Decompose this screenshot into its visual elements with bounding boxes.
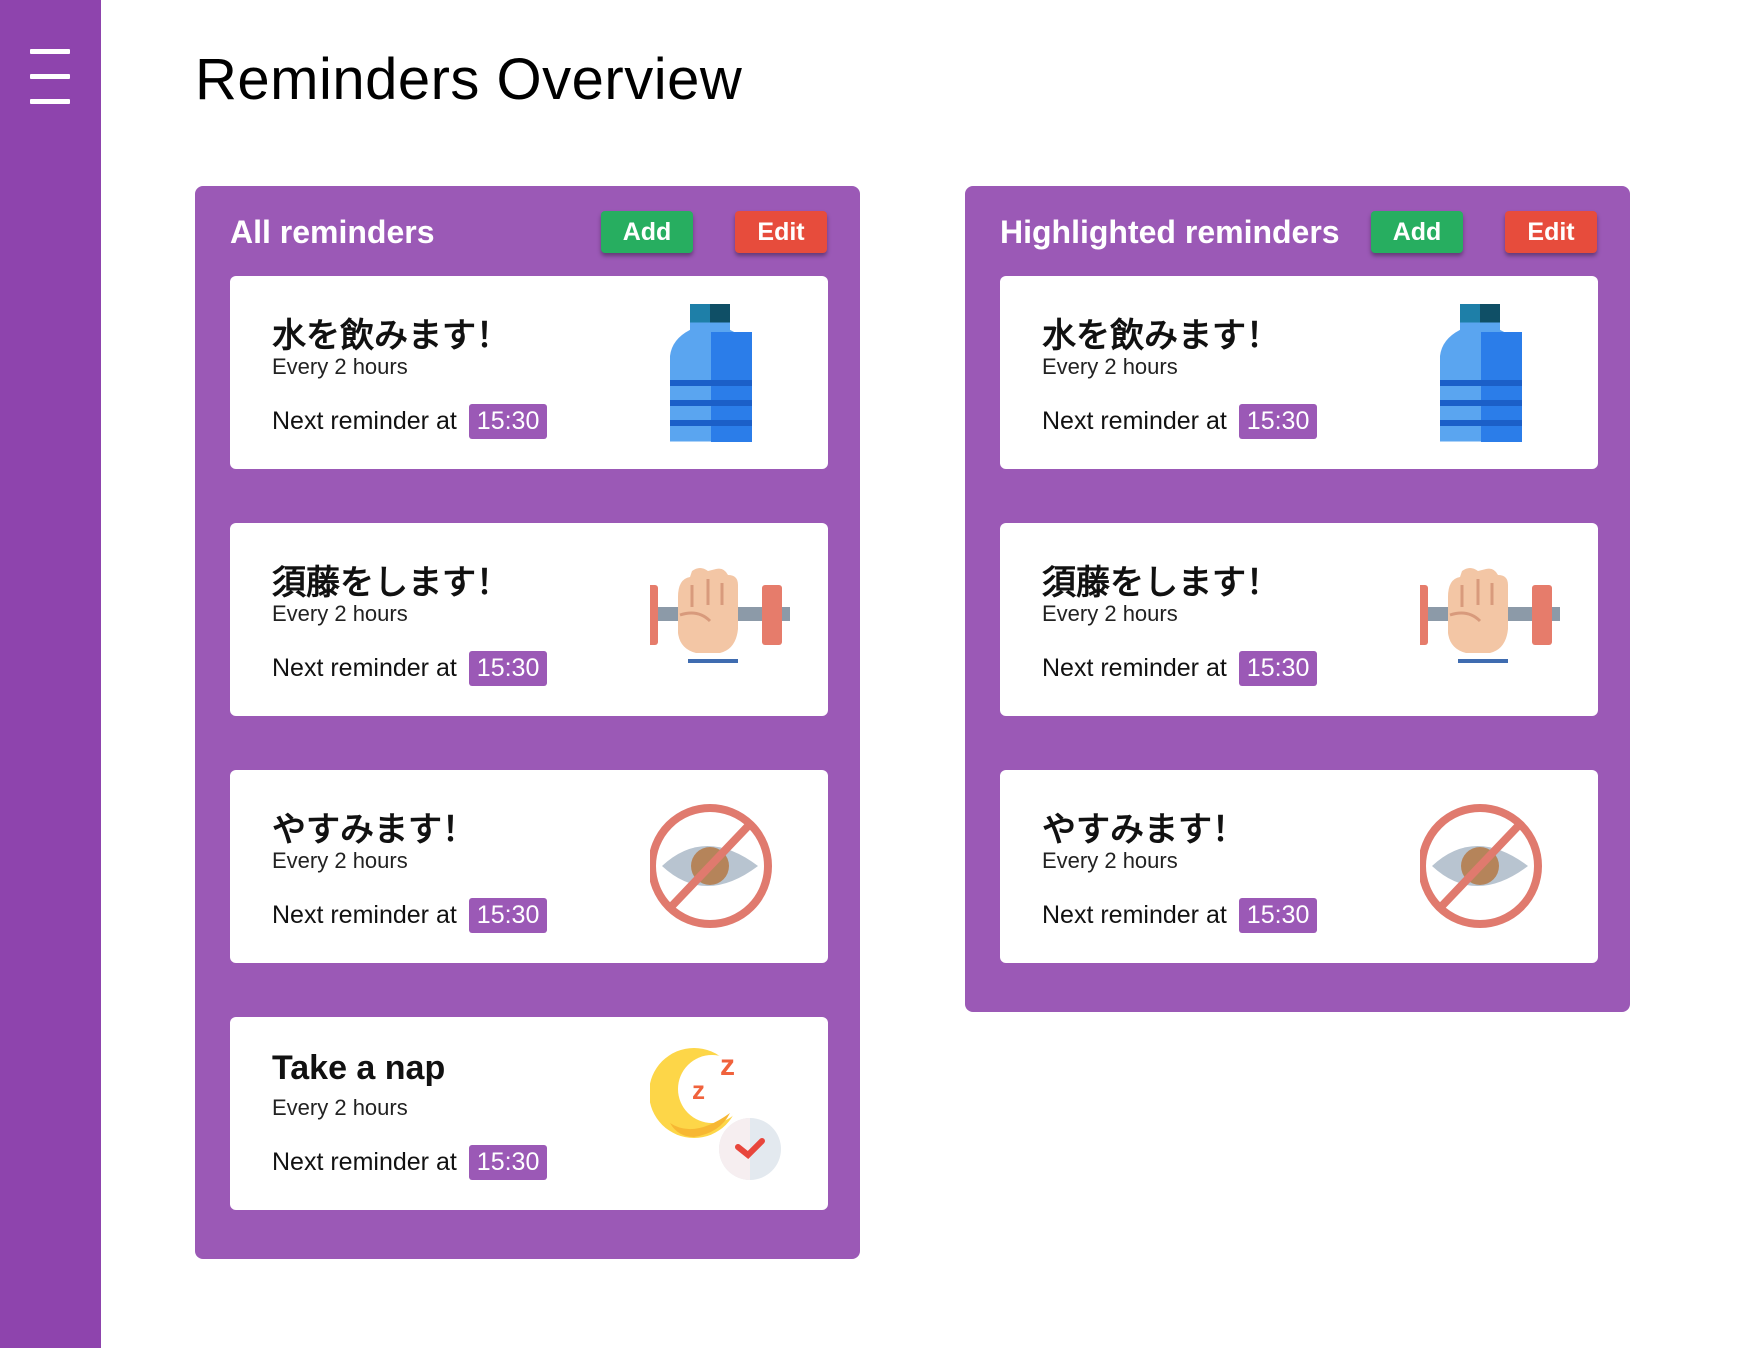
add-button[interactable]: Add bbox=[601, 211, 693, 253]
reminder-card[interactable]: やすみます！ Every 2 hours Next reminder at 15… bbox=[1000, 770, 1598, 963]
reminder-title: やすみます！ bbox=[272, 810, 476, 850]
next-reminder: Next reminder at 15:30 bbox=[272, 404, 548, 439]
next-reminder-label: Next reminder at bbox=[1042, 654, 1227, 682]
edit-button[interactable]: Edit bbox=[1505, 211, 1597, 253]
time-badge: 15:30 bbox=[1238, 651, 1318, 686]
reminder-frequency: Every 2 hours bbox=[272, 601, 408, 626]
next-reminder-label: Next reminder at bbox=[272, 407, 457, 435]
next-reminder: Next reminder at 15:30 bbox=[272, 651, 548, 686]
time-badge: 15:30 bbox=[468, 1145, 548, 1180]
reminder-title: 須藤をします！ bbox=[1042, 563, 1280, 603]
water-bottle-icon bbox=[1440, 304, 1522, 442]
reminder-card[interactable]: 須藤をします！ Every 2 hours Next reminder at 1… bbox=[230, 523, 828, 716]
panel-title: All reminders bbox=[230, 214, 435, 250]
dumbbell-fist-icon bbox=[650, 568, 790, 663]
next-reminder: Next reminder at 15:30 bbox=[1042, 404, 1318, 439]
sidebar bbox=[0, 0, 101, 1348]
reminder-card[interactable]: 水を飲みます！ Every 2 hours Next reminder at 1… bbox=[230, 276, 828, 469]
next-reminder: Next reminder at 15:30 bbox=[272, 1145, 548, 1180]
dumbbell-fist-icon bbox=[1420, 568, 1560, 663]
reminder-card[interactable]: Take a nap Every 2 hours Next reminder a… bbox=[230, 1017, 828, 1210]
all-reminders-panel: All reminders Add Edit 水を飲みます！ Every 2 h… bbox=[195, 186, 860, 1259]
next-reminder-label: Next reminder at bbox=[1042, 901, 1227, 929]
reminder-card[interactable]: 水を飲みます！ Every 2 hours Next reminder at 1… bbox=[1000, 276, 1598, 469]
time-badge: 15:30 bbox=[468, 404, 548, 439]
reminder-frequency: Every 2 hours bbox=[1042, 354, 1178, 379]
no-eye-strain-icon bbox=[1420, 804, 1542, 928]
hamburger-menu-icon[interactable] bbox=[30, 49, 70, 105]
svg-text:z: z bbox=[692, 1075, 705, 1105]
next-reminder-label: Next reminder at bbox=[272, 1148, 457, 1176]
reminder-title: 水を飲みます！ bbox=[1042, 316, 1280, 356]
reminder-title: Take a nap bbox=[272, 1049, 446, 1087]
next-reminder-label: Next reminder at bbox=[272, 901, 457, 929]
next-reminder: Next reminder at 15:30 bbox=[1042, 651, 1318, 686]
reminder-frequency: Every 2 hours bbox=[1042, 848, 1178, 873]
water-bottle-icon bbox=[670, 304, 752, 442]
edit-button[interactable]: Edit bbox=[735, 211, 827, 253]
panel-title: Highlighted reminders bbox=[1000, 214, 1340, 250]
reminder-frequency: Every 2 hours bbox=[272, 354, 408, 379]
no-eye-strain-icon bbox=[650, 804, 772, 928]
reminder-title: やすみます！ bbox=[1042, 810, 1246, 850]
reminder-title: 須藤をします！ bbox=[272, 563, 510, 603]
next-reminder-label: Next reminder at bbox=[1042, 407, 1227, 435]
next-reminder: Next reminder at 15:30 bbox=[1042, 898, 1318, 933]
next-reminder: Next reminder at 15:30 bbox=[272, 898, 548, 933]
reminder-frequency: Every 2 hours bbox=[272, 1095, 408, 1120]
reminder-title: 水を飲みます！ bbox=[272, 316, 510, 356]
page-title: Reminders Overview bbox=[195, 47, 743, 112]
time-badge: 15:30 bbox=[468, 898, 548, 933]
time-badge: 15:30 bbox=[1238, 898, 1318, 933]
reminder-card[interactable]: 須藤をします！ Every 2 hours Next reminder at 1… bbox=[1000, 523, 1598, 716]
reminder-card[interactable]: やすみます！ Every 2 hours Next reminder at 15… bbox=[230, 770, 828, 963]
reminder-frequency: Every 2 hours bbox=[1042, 601, 1178, 626]
reminder-frequency: Every 2 hours bbox=[272, 848, 408, 873]
svg-text:z: z bbox=[720, 1049, 735, 1082]
moon-sleep-clock-icon: z z bbox=[650, 1048, 781, 1180]
next-reminder-label: Next reminder at bbox=[272, 654, 457, 682]
highlighted-reminders-panel: Highlighted reminders Add Edit 水を飲みます！ E… bbox=[965, 186, 1630, 1012]
time-badge: 15:30 bbox=[1238, 404, 1318, 439]
add-button[interactable]: Add bbox=[1371, 211, 1463, 253]
time-badge: 15:30 bbox=[468, 651, 548, 686]
